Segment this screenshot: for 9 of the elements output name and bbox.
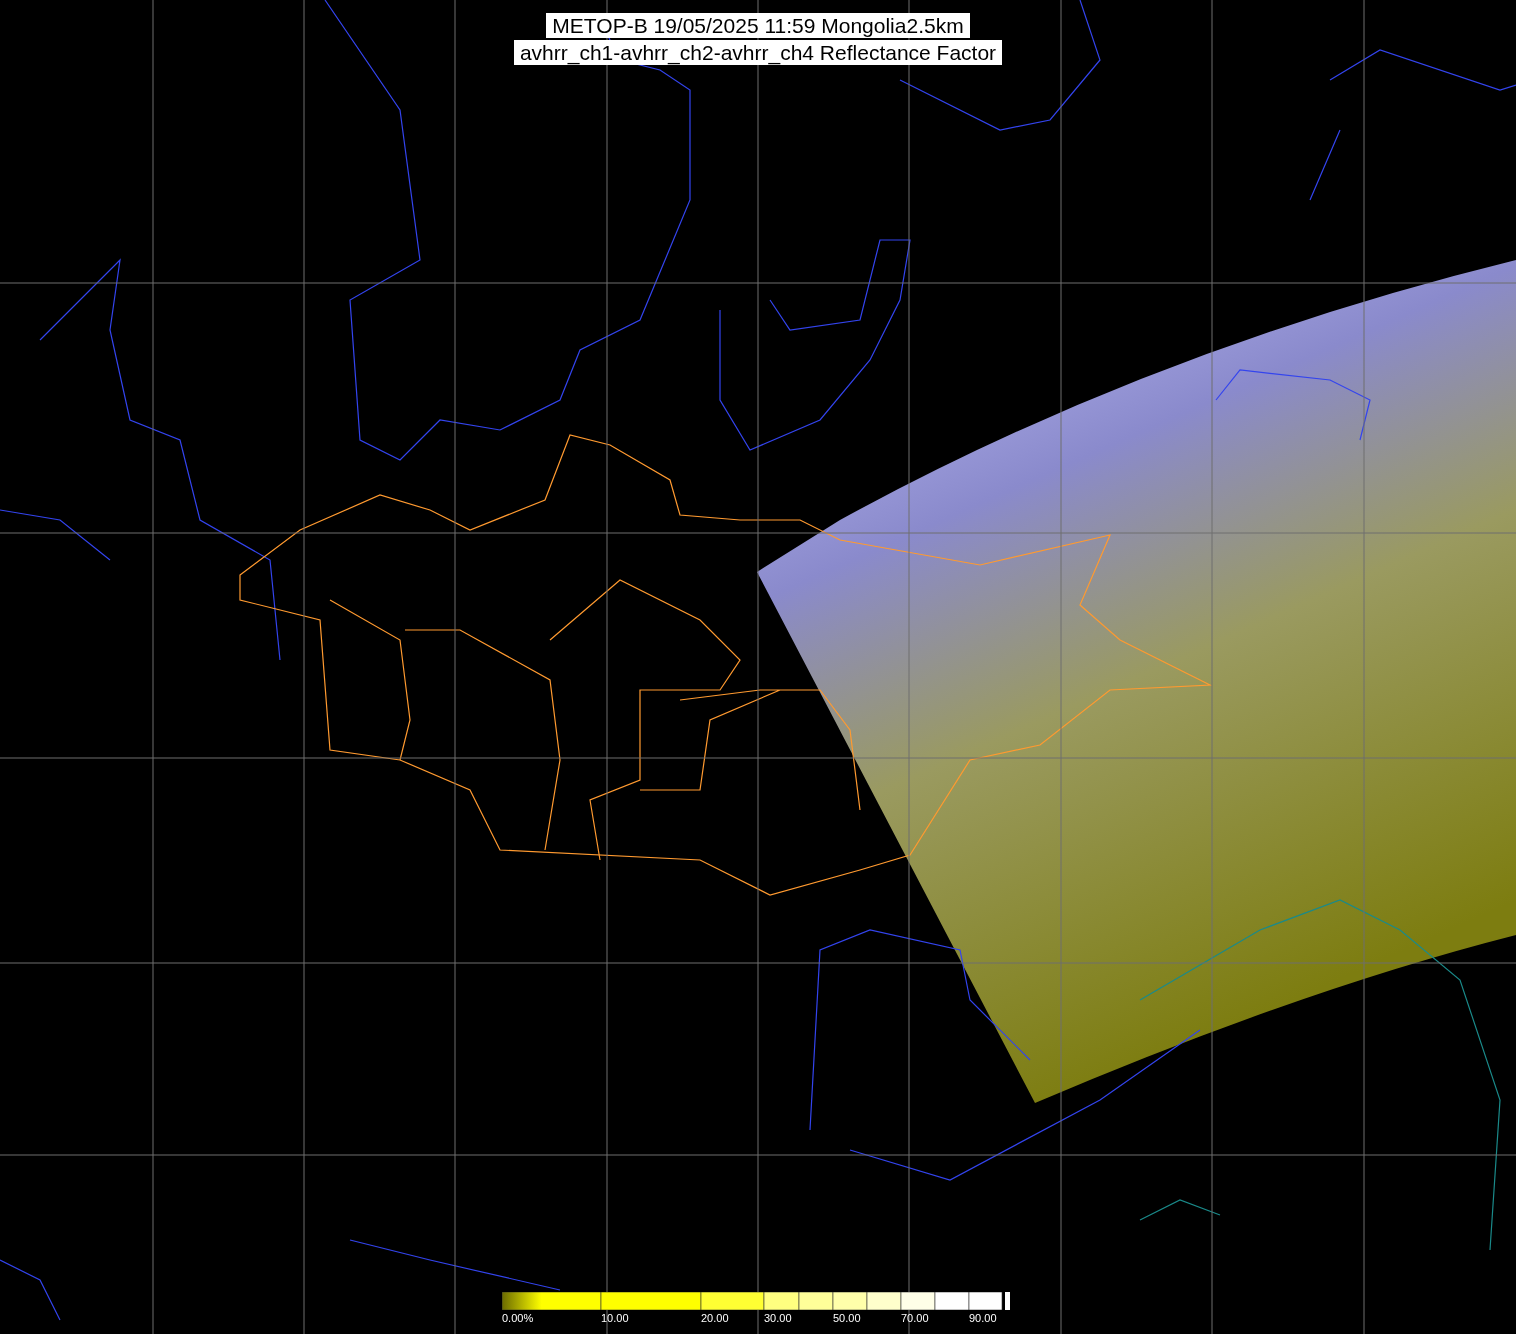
scale-label: 50.00 <box>833 1312 861 1324</box>
map-title: METOP-B 19/05/2025 11:59 Mongolia2.5km <box>546 13 970 38</box>
scale-label: 20.00 <box>701 1312 729 1324</box>
scale-label: 70.00 <box>901 1312 929 1324</box>
scale-label: 10.00 <box>601 1312 629 1324</box>
scale-label: 90.00 <box>969 1312 997 1324</box>
map-title: avhrr_ch1-avhrr_ch2-avhrr_ch4 Reflectance Factor <box>513 40 1003 65</box>
scale-label: 0.00% <box>502 1312 534 1324</box>
scale-label: 30.00 <box>764 1312 792 1324</box>
